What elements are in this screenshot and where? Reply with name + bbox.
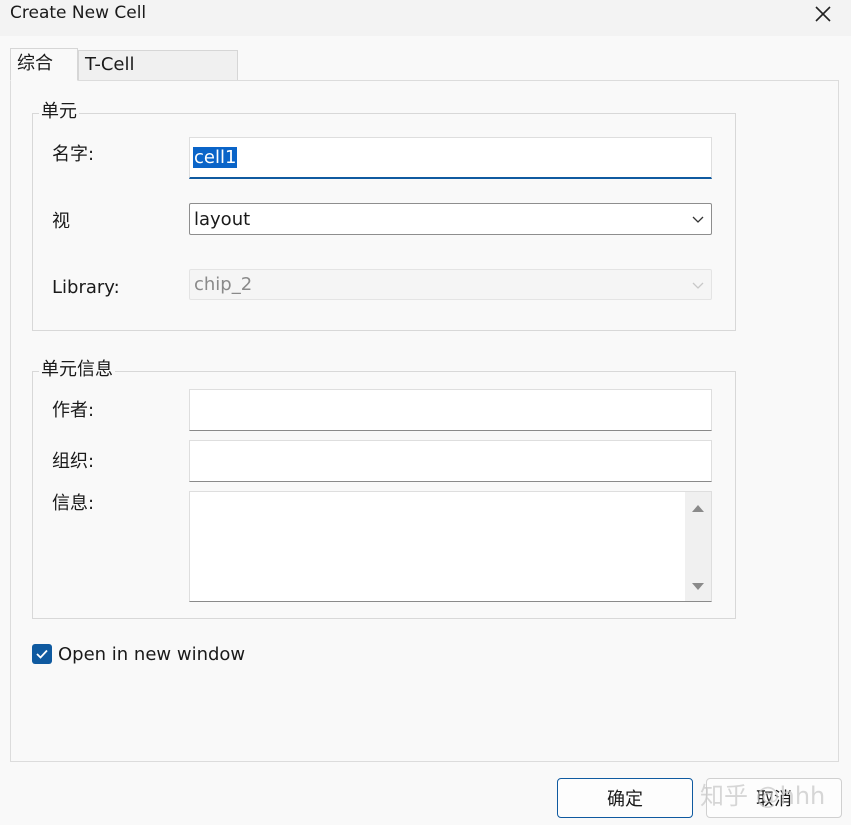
library-value: chip_2 bbox=[194, 274, 253, 295]
author-field[interactable] bbox=[189, 389, 712, 431]
cell-info-group-legend: 单元信息 bbox=[39, 358, 115, 382]
chevron-down-icon bbox=[692, 282, 704, 289]
view-select[interactable]: layout bbox=[189, 203, 712, 235]
close-button[interactable] bbox=[803, 0, 843, 28]
open-new-window-label: Open in new window bbox=[58, 643, 246, 665]
author-label: 作者: bbox=[52, 400, 95, 421]
open-new-window-option[interactable]: Open in new window bbox=[32, 641, 245, 667]
library-label: Library: bbox=[52, 277, 120, 298]
library-select: chip_2 bbox=[189, 269, 712, 300]
scroll-down-arrow-icon[interactable] bbox=[691, 581, 705, 593]
window-title: Create New Cell bbox=[10, 3, 147, 23]
cell-group-legend: 单元 bbox=[39, 100, 79, 124]
view-label: 视 bbox=[52, 211, 70, 232]
close-icon bbox=[815, 6, 831, 22]
view-value: layout bbox=[194, 208, 251, 230]
info-scrollbar[interactable] bbox=[685, 492, 711, 601]
cancel-button[interactable]: 取消 bbox=[706, 778, 842, 818]
tab-general[interactable]: 综合 bbox=[10, 48, 78, 81]
chevron-down-icon bbox=[692, 216, 704, 223]
name-field[interactable]: cell1 bbox=[189, 137, 712, 179]
scroll-up-arrow-icon[interactable] bbox=[691, 502, 705, 514]
info-label: 信息: bbox=[52, 493, 95, 514]
ok-button[interactable]: 确定 bbox=[557, 778, 693, 818]
tab-tcell-parameters[interactable]: T-Cell Parameters bbox=[78, 50, 238, 103]
create-new-cell-dialog: Create New Cell 综合 T-Cell Parameters 单元 … bbox=[0, 0, 851, 825]
checkmark-icon bbox=[36, 649, 48, 659]
name-label: 名字: bbox=[52, 144, 95, 165]
title-bar: Create New Cell bbox=[0, 0, 851, 36]
organization-field[interactable] bbox=[189, 440, 712, 482]
open-new-window-checkbox[interactable] bbox=[32, 644, 52, 664]
name-value: cell1 bbox=[193, 147, 238, 168]
info-textarea[interactable] bbox=[189, 491, 712, 602]
organization-label: 组织: bbox=[52, 451, 95, 472]
